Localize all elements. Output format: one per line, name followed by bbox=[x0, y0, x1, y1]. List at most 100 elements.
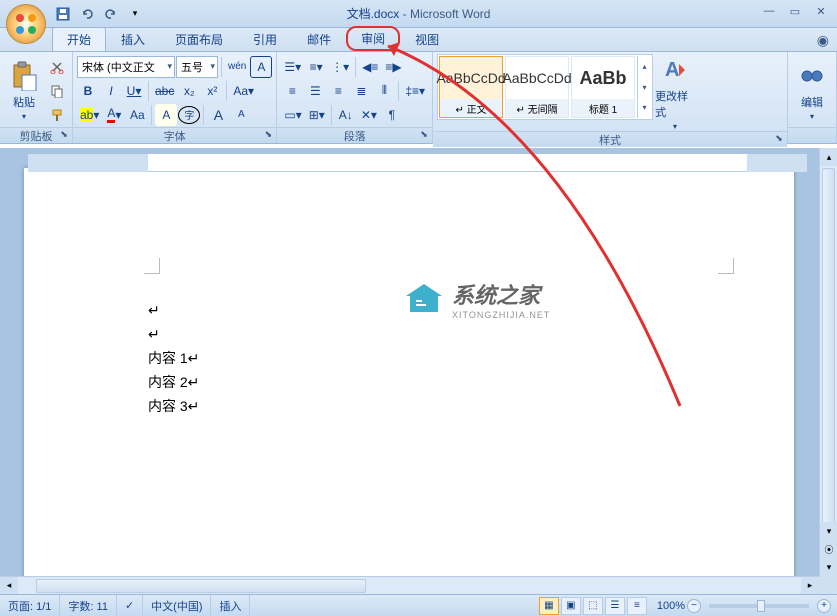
view-draft[interactable]: ≡ bbox=[627, 597, 647, 615]
paragraph-launcher[interactable]: ⬊ bbox=[418, 129, 430, 141]
help-icon[interactable]: ◉ bbox=[817, 32, 829, 49]
paragraph-line[interactable]: ↵ bbox=[148, 322, 199, 346]
undo-icon[interactable] bbox=[76, 3, 98, 25]
horizontal-ruler[interactable] bbox=[28, 154, 807, 172]
tab-insert[interactable]: 插入 bbox=[106, 27, 160, 51]
enclose-characters-button[interactable]: 字 bbox=[178, 106, 200, 124]
prev-page-button[interactable]: ⦿ bbox=[820, 540, 837, 558]
hscroll-thumb[interactable] bbox=[36, 579, 366, 593]
justify-button[interactable]: ≣ bbox=[350, 80, 372, 102]
minimize-button[interactable]: — bbox=[757, 2, 781, 20]
align-left-button[interactable]: ≡ bbox=[281, 80, 303, 102]
paragraph-line[interactable]: ↵ bbox=[148, 298, 199, 322]
vscroll-thumb[interactable] bbox=[822, 168, 835, 528]
character-border-button[interactable]: A bbox=[250, 56, 272, 78]
line-spacing-button[interactable]: ‡≡▾ bbox=[402, 80, 428, 102]
superscript-button[interactable]: x² bbox=[201, 80, 223, 102]
scroll-down-arrow[interactable]: ▾ bbox=[820, 522, 837, 540]
zoom-out-button[interactable]: − bbox=[687, 599, 701, 613]
scroll-left-arrow[interactable]: ◂ bbox=[0, 577, 18, 595]
subscript-button[interactable]: x₂ bbox=[178, 80, 200, 102]
tab-review[interactable]: 审阅 bbox=[346, 26, 400, 51]
status-word-count[interactable]: 字数: 11 bbox=[60, 595, 117, 616]
document-scroll-area[interactable]: 系统之家 XITONGZHIJIA.NET ↵ ↵ 内容 1↵ 内容 2↵ 内容… bbox=[0, 148, 819, 576]
cut-button[interactable] bbox=[46, 56, 68, 78]
shrink-font-button[interactable]: A bbox=[230, 104, 252, 126]
strikethrough-button[interactable]: abc bbox=[152, 80, 177, 102]
font-launcher[interactable]: ⬊ bbox=[262, 129, 274, 141]
document-content[interactable]: ↵ ↵ 内容 1↵ 内容 2↵ 内容 3↵ bbox=[148, 298, 199, 418]
save-icon[interactable] bbox=[52, 3, 74, 25]
style-no-spacing[interactable]: AaBbCcDd ↵ 无间隔 bbox=[505, 56, 569, 118]
view-web-layout[interactable]: ⬚ bbox=[583, 597, 603, 615]
font-size-combo[interactable]: 五号 bbox=[176, 56, 218, 78]
zoom-slider[interactable] bbox=[709, 604, 809, 608]
view-full-screen[interactable]: ▣ bbox=[561, 597, 581, 615]
scroll-right-arrow[interactable]: ▸ bbox=[801, 577, 819, 595]
grow-font-button[interactable]: A bbox=[207, 104, 229, 126]
find-button[interactable]: 编辑 ▾ bbox=[792, 54, 832, 127]
change-styles-icon: A bbox=[659, 54, 691, 86]
tab-view[interactable]: 视图 bbox=[400, 27, 454, 51]
multilevel-list-button[interactable]: ⋮▾ bbox=[328, 56, 352, 78]
asian-layout-button[interactable]: ✕▾ bbox=[358, 104, 380, 126]
clear-formatting-button[interactable]: Aa bbox=[126, 104, 148, 126]
paragraph-line[interactable]: 内容 2↵ bbox=[148, 370, 199, 394]
change-styles-button[interactable]: A 更改样式 ▾ bbox=[655, 54, 695, 131]
character-shading-button[interactable]: A bbox=[155, 104, 177, 126]
close-button[interactable]: ✕ bbox=[809, 2, 833, 20]
status-language[interactable]: 中文(中国) bbox=[143, 595, 211, 616]
font-family-combo[interactable]: 宋体 (中文正文 bbox=[77, 56, 175, 78]
copy-button[interactable] bbox=[46, 80, 68, 102]
align-right-button[interactable]: ≡ bbox=[327, 80, 349, 102]
paste-button[interactable]: 粘贴 ▾ bbox=[4, 54, 44, 127]
format-painter-button[interactable] bbox=[46, 104, 68, 126]
style-gallery-scroll[interactable]: ▴▾▾ bbox=[637, 56, 651, 118]
pinyin-button[interactable]: wén bbox=[225, 56, 249, 78]
zoom-in-button[interactable]: + bbox=[817, 599, 831, 613]
horizontal-scrollbar[interactable]: ◂ ▸ bbox=[0, 576, 819, 594]
next-page-button[interactable]: ▾ bbox=[820, 558, 837, 576]
highlight-button[interactable]: ab▾ bbox=[77, 104, 102, 126]
borders-button[interactable]: ⊞▾ bbox=[306, 104, 328, 126]
style-normal[interactable]: AaBbCcDd ↵ 正文 bbox=[439, 56, 503, 118]
tab-page-layout[interactable]: 页面布局 bbox=[160, 27, 238, 51]
vertical-scrollbar[interactable]: ▴ ▾ ⦿ ▾ bbox=[819, 148, 837, 576]
bold-button[interactable]: B bbox=[77, 80, 99, 102]
zoom-level[interactable]: 100% bbox=[657, 600, 685, 612]
bullets-button[interactable]: ☰▾ bbox=[281, 56, 304, 78]
numbering-button[interactable]: ≡▾ bbox=[305, 56, 327, 78]
show-marks-button[interactable]: ¶ bbox=[381, 104, 403, 126]
align-center-button[interactable]: ☰ bbox=[304, 80, 326, 102]
decrease-indent-button[interactable]: ◀≡ bbox=[359, 56, 381, 78]
increase-indent-button[interactable]: ≡▶ bbox=[382, 56, 404, 78]
tab-mailings[interactable]: 邮件 bbox=[292, 27, 346, 51]
change-case-button[interactable]: Aa▾ bbox=[230, 80, 257, 102]
page[interactable]: 系统之家 XITONGZHIJIA.NET ↵ ↵ 内容 1↵ 内容 2↵ 内容… bbox=[24, 168, 794, 576]
view-print-layout[interactable]: ▦ bbox=[539, 597, 559, 615]
office-button[interactable] bbox=[6, 4, 46, 44]
scroll-up-arrow[interactable]: ▴ bbox=[820, 148, 837, 166]
clipboard-launcher[interactable]: ⬊ bbox=[58, 129, 70, 141]
tab-home[interactable]: 开始 bbox=[52, 27, 106, 51]
tab-references[interactable]: 引用 bbox=[238, 27, 292, 51]
maximize-button[interactable]: ▭ bbox=[783, 2, 807, 20]
paragraph-line[interactable]: 内容 3↵ bbox=[148, 394, 199, 418]
styles-launcher[interactable]: ⬊ bbox=[773, 133, 785, 145]
style-heading1[interactable]: AaBb 标题 1 bbox=[571, 56, 635, 118]
paragraph-line[interactable]: 内容 1↵ bbox=[148, 346, 199, 370]
italic-button[interactable]: I bbox=[100, 80, 122, 102]
font-color-button[interactable]: A▾ bbox=[103, 104, 125, 126]
zoom-slider-thumb[interactable] bbox=[757, 600, 765, 612]
redo-icon[interactable] bbox=[100, 3, 122, 25]
distributed-button[interactable]: ⫴ bbox=[373, 80, 395, 102]
status-page[interactable]: 页面: 1/1 bbox=[0, 595, 60, 616]
sort-button[interactable]: A↓ bbox=[335, 104, 357, 126]
underline-button[interactable]: U▾ bbox=[123, 80, 145, 102]
status-insert-mode[interactable]: 插入 bbox=[211, 595, 250, 616]
view-outline[interactable]: ☰ bbox=[605, 597, 625, 615]
qat-dropdown-icon[interactable]: ▾ bbox=[124, 3, 146, 25]
group-label-styles: 样式⬊ bbox=[433, 131, 787, 147]
shading-button[interactable]: ▭▾ bbox=[281, 104, 304, 126]
status-proofing-icon[interactable]: ✓ bbox=[117, 595, 143, 616]
